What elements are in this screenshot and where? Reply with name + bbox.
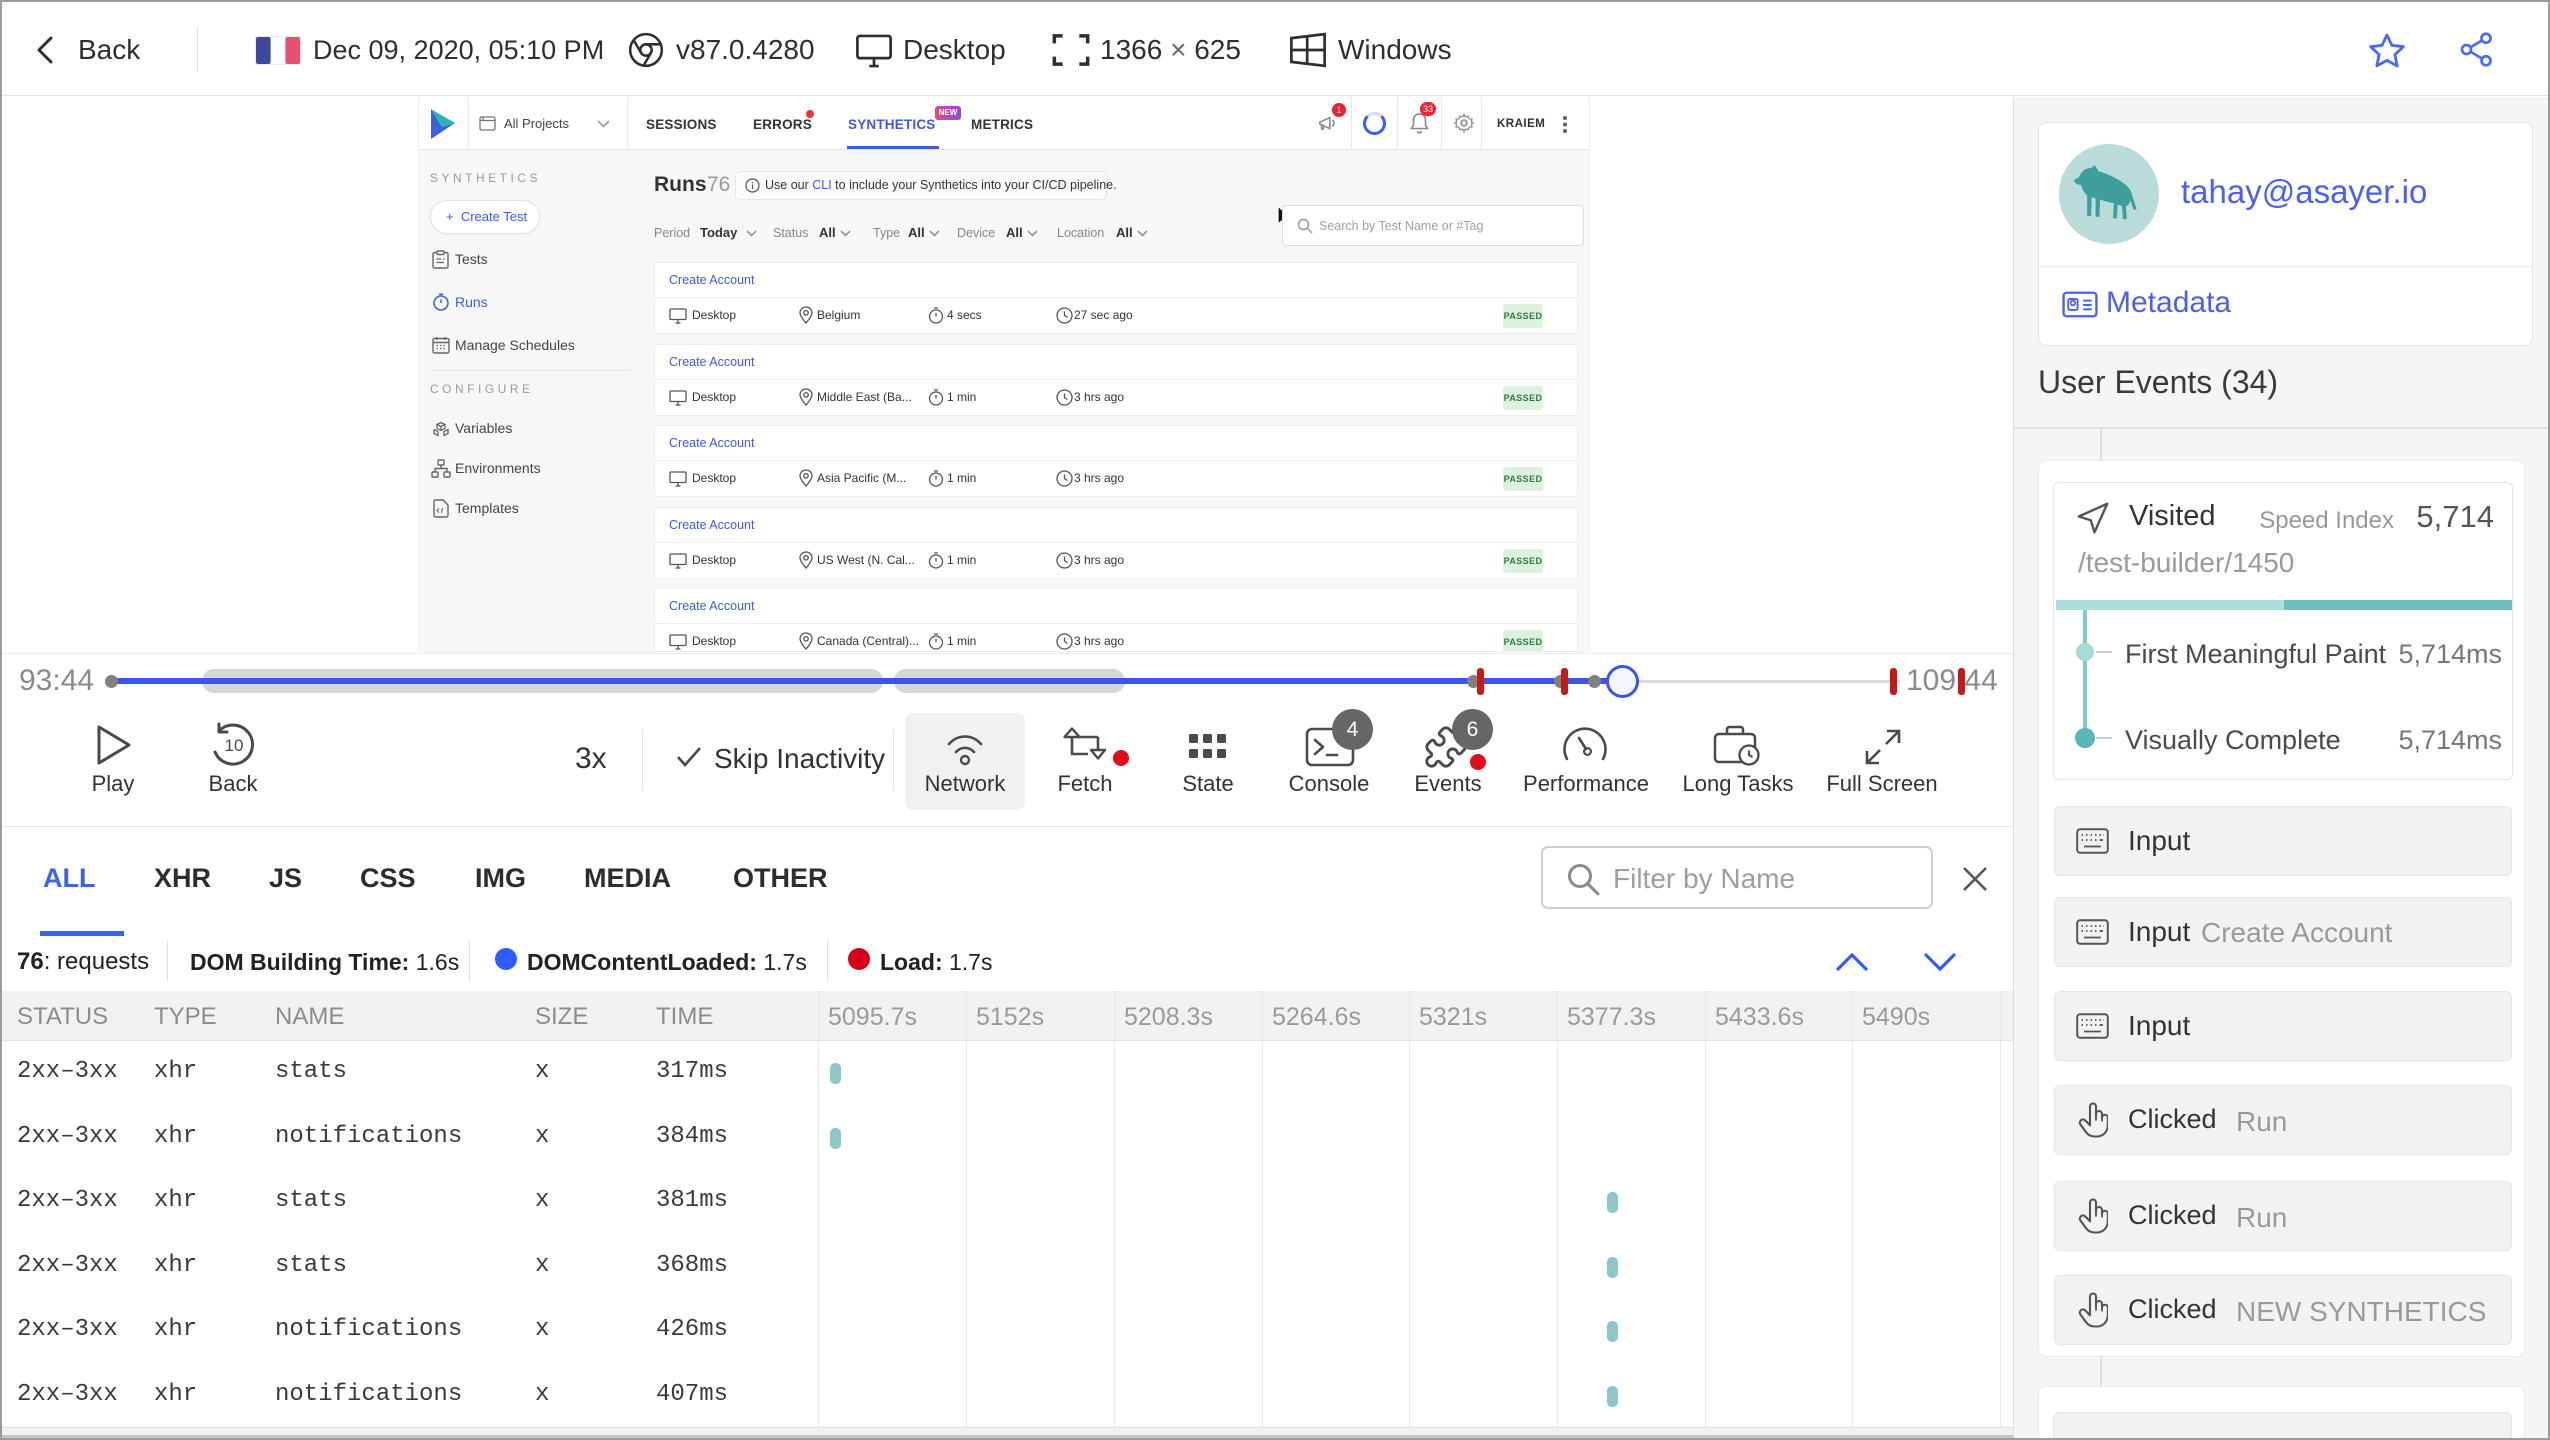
svg-text:10: 10: [225, 736, 244, 755]
